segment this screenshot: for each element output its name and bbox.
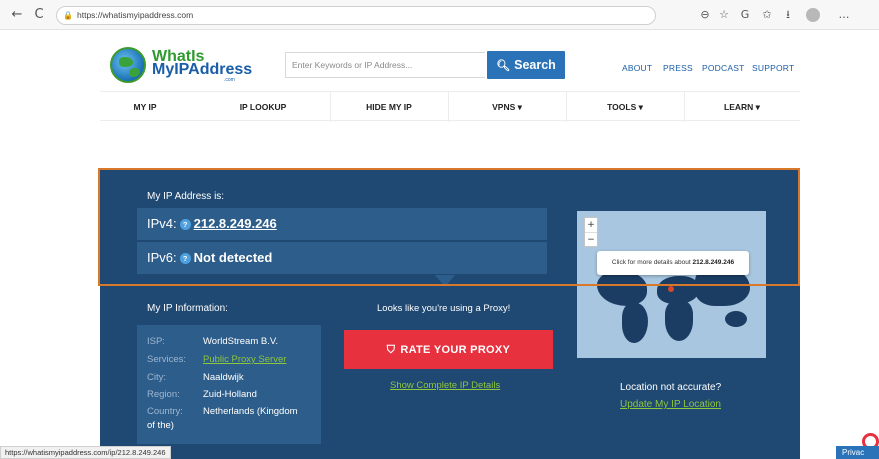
logo-dotcom: .com <box>224 77 235 83</box>
support-link[interactable]: SUPPORT <box>752 63 794 73</box>
nav-ip-lookup[interactable]: IP LOOKUP <box>218 92 308 122</box>
region-value: Zuid-Holland <box>203 389 257 400</box>
services-key: Services: <box>147 354 187 365</box>
search-button[interactable]: 🔍︎ Search <box>487 51 565 79</box>
status-bar-url: https://whatismyipaddress.com/ip/212.8.2… <box>0 446 171 459</box>
nav-vpns[interactable]: VPNS ▾ <box>448 92 566 122</box>
ipv4-row: IPv4:? 212.8.249.246 <box>137 208 547 240</box>
city-key: City: <box>147 372 166 383</box>
proxy-message: Looks like you're using a Proxy! <box>377 303 511 314</box>
ipv4-address-link[interactable]: 212.8.249.246 <box>194 216 277 231</box>
nav-hide-my-ip[interactable]: HIDE MY IP <box>330 92 448 122</box>
press-link[interactable]: PRESS <box>663 63 693 73</box>
country-value-cont: of the) <box>147 420 174 431</box>
reload-icon[interactable]: C <box>30 6 48 24</box>
ipv6-label: IPv6: <box>147 250 177 265</box>
search-icon: 🔍︎ <box>496 59 511 72</box>
main-nav: MY IP IP LOOKUP HIDE MY IP VPNS ▾ TOOLS … <box>100 91 800 122</box>
ip-information-label: My IP Information: <box>147 303 228 314</box>
nav-my-ip[interactable]: MY IP <box>100 92 190 122</box>
map-tooltip-ip: 212.8.249.246 <box>692 259 735 266</box>
city-value: Naaldwijk <box>203 372 244 383</box>
favorite-star-icon[interactable]: ☆ <box>716 6 732 24</box>
map-zoom-control: + − <box>584 217 598 247</box>
site-logo[interactable]: WhatIs MyIPAddress .com <box>110 47 252 83</box>
ip-information-box: ISP: WorldStream B.V. Services: Public P… <box>137 325 321 444</box>
isp-value: WorldStream B.V. <box>203 336 278 347</box>
download-icon[interactable]: ⭳ <box>780 6 796 24</box>
location-pin-icon[interactable] <box>668 286 674 292</box>
lock-icon: 🔒 <box>63 11 73 20</box>
map-tooltip[interactable]: Click for more details about 212.8.249.2… <box>597 251 749 275</box>
country-key: Country: <box>147 406 183 417</box>
zoom-icon[interactable]: ⊖ <box>697 6 713 24</box>
location-map[interactable] <box>577 211 766 358</box>
region-key: Region: <box>147 389 180 400</box>
update-location-link[interactable]: Update My IP Location <box>620 399 721 410</box>
pointer-triangle <box>435 275 455 287</box>
google-icon[interactable]: G <box>737 6 753 24</box>
ipv4-label: IPv4: <box>147 216 177 231</box>
back-arrow-icon[interactable]: ← <box>8 6 26 24</box>
services-link[interactable]: Public Proxy Server <box>203 354 286 365</box>
ipv6-row: IPv6:? Not detected <box>137 242 547 274</box>
nav-learn[interactable]: LEARN ▾ <box>684 92 800 122</box>
globe-icon <box>110 47 146 83</box>
zoom-in-button[interactable]: + <box>585 218 597 232</box>
search-button-label: Search <box>514 58 556 72</box>
zoom-out-button[interactable]: − <box>585 232 597 246</box>
shield-icon: ⛉ <box>386 343 396 356</box>
isp-key: ISP: <box>147 336 165 347</box>
help-icon[interactable]: ? <box>179 253 191 264</box>
country-value: Netherlands (Kingdom <box>203 406 298 417</box>
address-bar[interactable]: 🔒 https://whatismyipaddress.com <box>56 6 656 25</box>
search-input[interactable] <box>285 52 485 78</box>
address-bar-url: https://whatismyipaddress.com <box>77 10 194 20</box>
help-icon[interactable]: ? <box>179 219 191 230</box>
map-tooltip-text: Click for more details about <box>611 259 691 266</box>
location-question: Location not accurate? <box>620 382 722 393</box>
nav-tools[interactable]: TOOLS ▾ <box>566 92 684 122</box>
privacy-badge[interactable]: Privac <box>836 446 879 459</box>
rate-proxy-button[interactable]: ⛉ RATE YOUR PROXY <box>344 330 553 369</box>
browser-toolbar: ← C 🔒 https://whatismyipaddress.com ⊖ ☆ … <box>0 0 879 30</box>
about-link[interactable]: ABOUT <box>622 63 652 73</box>
logo-text-myipaddress: MyIPAddress <box>152 61 253 78</box>
show-details-link[interactable]: Show Complete IP Details <box>390 380 500 391</box>
profile-avatar[interactable] <box>806 8 820 22</box>
rate-proxy-label: RATE YOUR PROXY <box>400 344 511 356</box>
more-menu-icon[interactable]: … <box>836 6 852 24</box>
ipv6-value: Not detected <box>193 250 273 265</box>
podcast-link[interactable]: PODCAST <box>702 63 745 73</box>
ip-address-label: My IP Address is: <box>147 191 225 202</box>
favorites-icon[interactable]: ✩ <box>759 6 775 24</box>
